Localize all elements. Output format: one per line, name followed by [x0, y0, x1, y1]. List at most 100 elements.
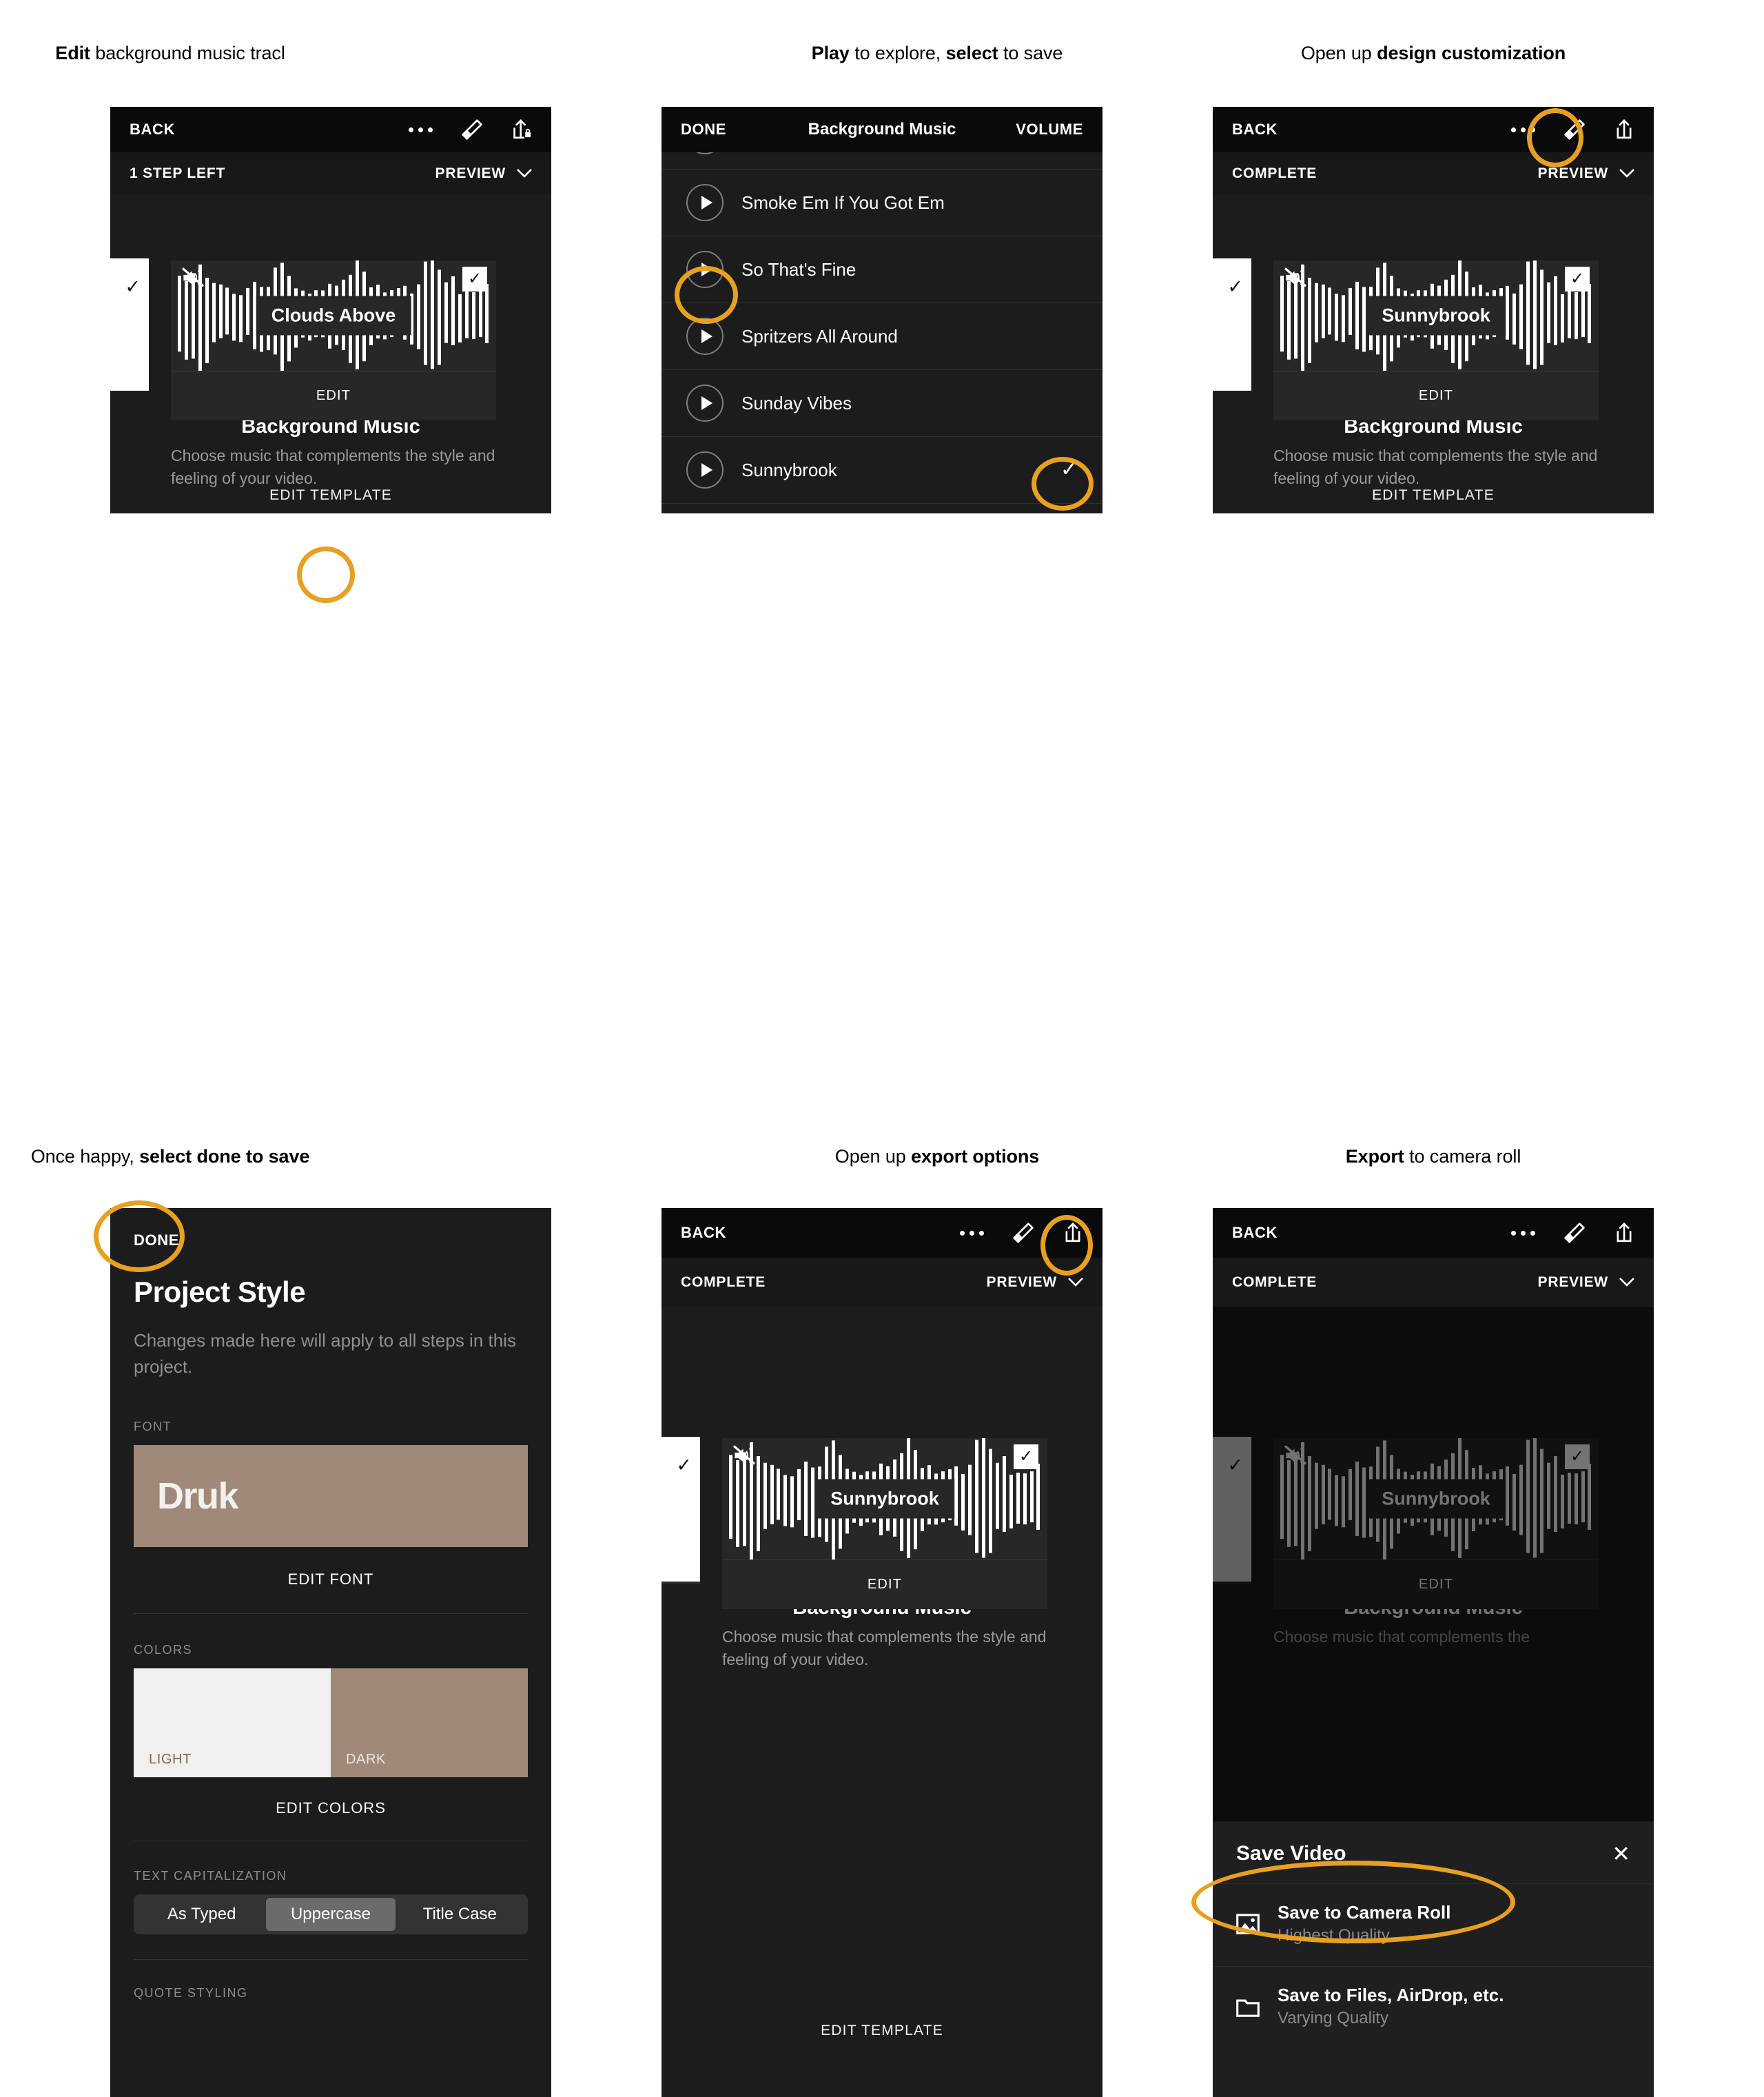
paintbrush-icon[interactable] [1563, 1221, 1586, 1245]
p5-section-desc: Choose music that complements the style … [722, 1628, 1047, 1668]
p5-back-button[interactable]: BACK [681, 1224, 726, 1242]
list-item[interactable]: So That's Fine [662, 236, 1102, 303]
p4-dark-swatch[interactable]: DARK [331, 1668, 528, 1778]
p4-done-button[interactable]: DONE [134, 1231, 528, 1249]
p5-preview-button[interactable]: PREVIEW [987, 1274, 1057, 1291]
p4-edit-colors-button[interactable]: EDIT COLORS [134, 1799, 528, 1817]
p1-music-card[interactable]: ✓ Clouds Above EDIT [171, 260, 496, 420]
more-horizontal-icon[interactable] [960, 1230, 984, 1236]
chevron-down-icon[interactable] [517, 169, 532, 178]
chevron-down-icon[interactable] [1068, 1278, 1083, 1287]
more-horizontal-icon[interactable] [409, 127, 433, 132]
sheet-title: Save Video [1236, 1842, 1346, 1865]
track-label: Sunnybrook [741, 459, 837, 480]
p3-card-check[interactable]: ✓ [1565, 267, 1590, 291]
p3-edit-button[interactable]: EDIT [1273, 371, 1599, 420]
p6-preview-button[interactable]: PREVIEW [1538, 1274, 1608, 1291]
caption-2-lead: Play [811, 43, 850, 63]
close-icon[interactable]: ✕ [1612, 1843, 1630, 1865]
p2-track-list[interactable]: Sky Light Smoke Em If You Got Em So That… [662, 152, 1102, 513]
p1-edit-button[interactable]: EDIT [171, 371, 496, 420]
list-item-selected[interactable]: Sunnybrook ✓ [662, 437, 1102, 504]
p4-edit-font-button[interactable]: EDIT FONT [134, 1571, 528, 1588]
paintbrush-icon[interactable] [1563, 118, 1586, 141]
panel-edit-music: BACK 1 STEP LEFT PREVIEW ✓ ✓ Clouds Abov… [110, 107, 551, 513]
panel-design-customization: BACK COMPLETE PREVIEW ✓ ✓ Sunnybrook EDI… [1213, 107, 1654, 513]
p4-font-swatch[interactable]: Druk [134, 1445, 528, 1548]
p1-preview-button[interactable]: PREVIEW [435, 165, 506, 182]
folder-icon [1236, 1999, 1260, 2017]
p4-seg-uppercase[interactable]: Uppercase [266, 1898, 396, 1932]
caption-5: Open up export options [717, 1146, 1158, 1167]
p2-done-button[interactable]: DONE [681, 121, 726, 139]
more-horizontal-icon[interactable] [1511, 1230, 1535, 1236]
speaker-mute-icon [1284, 267, 1307, 287]
p1-edit-template[interactable]: EDIT TEMPLATE [110, 487, 551, 504]
p1-back-button[interactable]: BACK [130, 121, 175, 139]
image-icon [1236, 1913, 1260, 1934]
list-item[interactable]: Sunday Vibes [662, 370, 1102, 437]
sheet-row-main: Save to Camera Roll [1278, 1902, 1451, 1923]
share-icon[interactable] [1614, 118, 1634, 141]
list-item[interactable]: Test of Time [662, 504, 1102, 513]
play-icon[interactable] [686, 152, 724, 154]
p3-navbar: BACK [1213, 107, 1654, 152]
p5-edit-template[interactable]: EDIT TEMPLATE [662, 2023, 1102, 2039]
p5-card-check[interactable]: ✓ [1014, 1444, 1038, 1469]
p1-section-desc: Choose music that complements the style … [171, 447, 495, 487]
play-icon[interactable] [686, 318, 724, 355]
check-icon: ✓ [1060, 458, 1078, 481]
sheet-row-camera-roll-text: Save to Camera Roll Highest Quality [1278, 1902, 1450, 1945]
caption-1-lead: Edit [55, 43, 90, 63]
p1-peek-card-white[interactable]: ✓ [110, 258, 149, 391]
p4-seg-title-case[interactable]: Title Case [396, 1898, 524, 1931]
p1-card-check[interactable]: ✓ [462, 267, 487, 291]
p1-track-name: Clouds Above [256, 296, 411, 336]
screenshot-root: Edit background music tracl Play to expl… [0, 0, 1764, 2097]
p5-peek-card-white[interactable]: ✓ [662, 1437, 700, 1582]
play-icon[interactable] [686, 451, 724, 489]
caption-2-lead2: select [945, 43, 998, 63]
sheet-row-camera-roll[interactable]: Save to Camera Roll Highest Quality [1213, 1883, 1654, 1966]
p3-back-button[interactable]: BACK [1232, 121, 1278, 139]
play-icon[interactable] [686, 385, 724, 422]
p4-color-swatches[interactable]: LIGHT DARK [134, 1668, 528, 1778]
list-item[interactable]: Spritzers All Around [662, 303, 1102, 370]
p5-navbar: BACK [662, 1208, 1102, 1258]
speaker-mute-icon [181, 267, 205, 287]
p3-preview-button[interactable]: PREVIEW [1538, 165, 1608, 182]
p3-complete-label: COMPLETE [1232, 165, 1317, 181]
play-icon[interactable] [686, 184, 724, 221]
p4-seg-as-typed[interactable]: As Typed [137, 1898, 266, 1931]
sheet-row-files-airdrop[interactable]: Save to Files, AirDrop, etc. Varying Qua… [1213, 1966, 1654, 2049]
share-icon[interactable] [1614, 1221, 1634, 1245]
paintbrush-icon[interactable] [1012, 1221, 1035, 1245]
p4-capitalization-segmented[interactable]: As Typed Uppercase Title Case [134, 1894, 528, 1935]
caption-1: Edit background music tracl [0, 43, 391, 64]
track-label: Spritzers All Around [741, 325, 898, 347]
play-icon[interactable] [686, 251, 724, 288]
p3-music-card[interactable]: ✓ Sunnybrook EDIT [1273, 260, 1599, 420]
p5-edit-button[interactable]: EDIT [722, 1559, 1047, 1609]
p3-edit-template[interactable]: EDIT TEMPLATE [1213, 487, 1654, 504]
p3-waveform: ✓ Sunnybrook [1273, 260, 1599, 371]
p3-peek-card-white[interactable]: ✓ [1213, 258, 1251, 391]
p2-volume-button[interactable]: VOLUME [1016, 121, 1083, 139]
list-item[interactable]: Sky Light [662, 152, 1102, 170]
p2-list-inner: Sky Light Smoke Em If You Got Em So That… [662, 152, 1102, 513]
more-horizontal-icon[interactable] [1511, 127, 1535, 132]
share-lock-icon[interactable] [511, 118, 532, 141]
p6-back-button[interactable]: BACK [1232, 1224, 1278, 1242]
paintbrush-icon[interactable] [460, 118, 484, 141]
caption-2-rest: to explore, [849, 43, 946, 63]
chevron-down-icon[interactable] [1619, 1278, 1634, 1287]
list-item[interactable]: Smoke Em If You Got Em [662, 170, 1102, 236]
share-icon[interactable] [1063, 1221, 1083, 1245]
p4-font-name: Druk [157, 1475, 239, 1517]
p4-colors-label: COLORS [134, 1643, 193, 1657]
p4-dark-label: DARK [346, 1752, 386, 1768]
chevron-down-icon[interactable] [1619, 169, 1634, 178]
check-icon: ✓ [125, 276, 141, 297]
p4-light-swatch[interactable]: LIGHT [134, 1668, 331, 1778]
p5-music-card[interactable]: ✓ Sunnybrook EDIT [722, 1438, 1047, 1609]
